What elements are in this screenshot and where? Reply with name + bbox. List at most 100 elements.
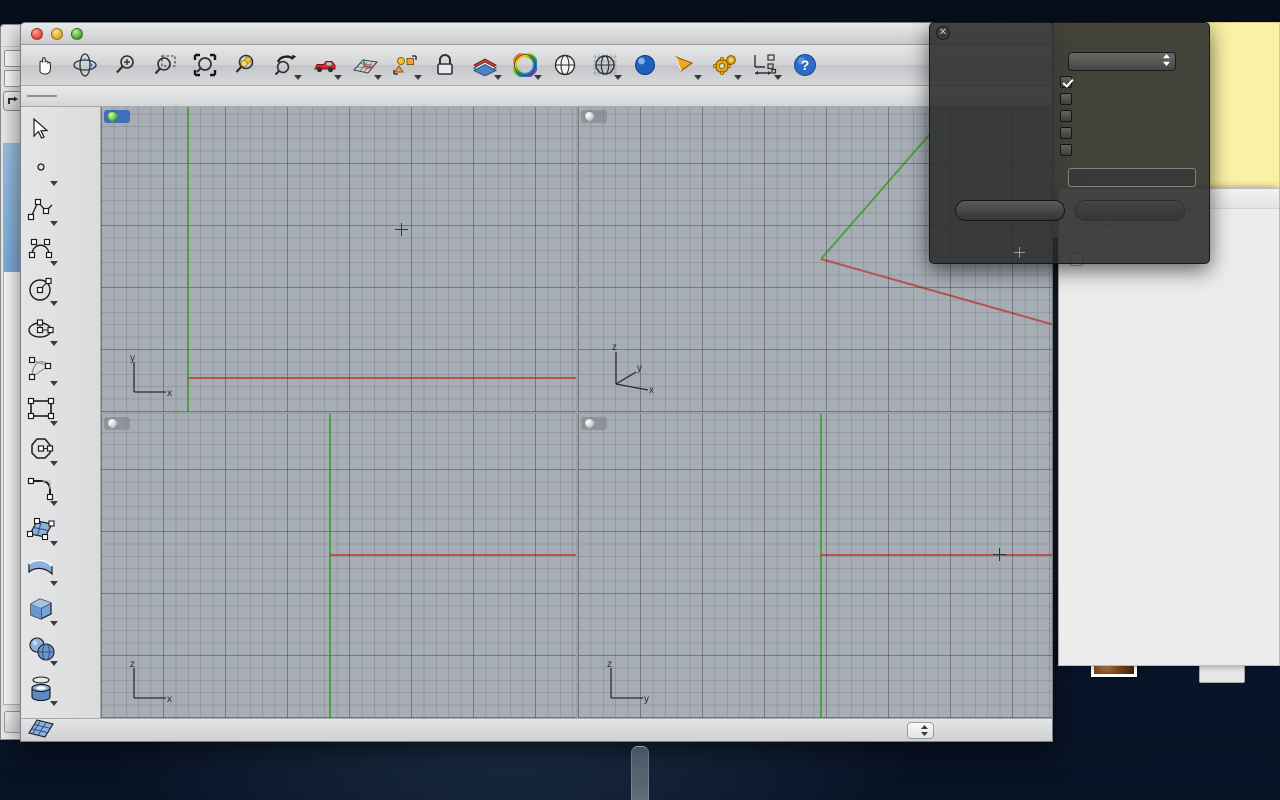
tube-option-fit-points[interactable] [1060,144,1209,156]
chevron-down-icon[interactable] [50,501,58,506]
left-toolbar[interactable]: T [21,107,101,738]
option-planar[interactable] [125,95,149,97]
cplane-dropdown[interactable] [907,721,934,739]
stepper-up-down-icon[interactable] [920,724,929,737]
fillet-curve-icon[interactable] [21,469,61,509]
viewport-grid[interactable]: y x z y x z x z y [101,107,1052,718]
checkbox-icon[interactable] [1060,110,1072,122]
option-snap[interactable] [171,95,195,97]
close-button[interactable] [31,27,43,40]
option-ortho[interactable] [79,95,103,97]
render-settings-icon[interactable] [705,47,745,83]
spotlight-icon[interactable] [665,47,705,83]
chevron-down-icon[interactable] [694,75,702,80]
checkbox-icon[interactable] [1060,144,1072,156]
rhinoceros-window[interactable]: ? y x z y x z x z y [20,22,1053,742]
direction-constraint-select[interactable] [1068,52,1176,71]
zoom-window-icon[interactable] [145,47,185,83]
select-arrow-icon[interactable] [21,109,61,149]
tube-dialog[interactable]: ✕ [929,22,1210,264]
viewport-top[interactable]: y x [101,107,576,412]
chevron-down-icon[interactable] [50,741,58,742]
status-bar[interactable] [21,718,1052,741]
dimension-icon[interactable] [745,47,785,83]
chevron-down-icon[interactable] [374,75,382,80]
chevron-down-icon[interactable] [534,75,542,80]
rendered-sphere-icon[interactable] [625,47,665,83]
option-osnap[interactable] [27,95,57,97]
option-bar[interactable] [21,86,1052,107]
viewport-label-right[interactable] [580,416,607,430]
ghosted-sphere-icon[interactable] [585,47,625,83]
lock-icon[interactable] [425,47,465,83]
chevron-down-icon[interactable] [50,221,58,226]
viewport-front[interactable]: z x [101,413,576,718]
chevron-down-icon[interactable] [734,75,742,80]
viewport-menu-dot-icon[interactable] [107,111,118,122]
chevron-down-icon[interactable] [614,75,622,80]
chevron-down-icon[interactable] [50,381,58,386]
viewport-label-perspective[interactable] [580,110,607,123]
chevron-down-icon[interactable] [50,701,58,706]
viewport-label-front[interactable] [104,416,130,430]
chevron-down-icon[interactable] [50,461,58,466]
tube-option-tangent[interactable] [1060,127,1209,139]
ellipse-icon[interactable] [21,309,61,349]
surface-from-points-icon[interactable] [21,509,61,549]
curve-icon[interactable] [21,229,61,269]
chevron-down-icon[interactable] [50,261,58,266]
object-properties-icon[interactable] [385,47,425,83]
chevron-down-icon[interactable] [50,581,58,586]
chevron-down-icon[interactable] [334,75,342,80]
shaded-sphere-icon[interactable] [545,47,585,83]
chevron-down-icon[interactable] [50,341,58,346]
zoom-extents-icon[interactable] [185,47,225,83]
arc-icon[interactable] [21,349,61,389]
checkbox-icon[interactable] [1060,76,1072,88]
viewport-menu-dot-icon[interactable] [583,417,595,429]
tube-option-solid[interactable] [1060,76,1209,88]
checkbox-icon[interactable] [1060,93,1072,105]
viewport-menu-dot-icon[interactable] [107,417,118,429]
chevron-down-icon[interactable] [294,75,302,80]
chevron-down-icon[interactable] [494,75,502,80]
polygon-icon[interactable] [21,429,61,469]
color-wheel-icon[interactable] [505,47,545,83]
tube-dialog-titlebar[interactable]: ✕ [930,23,1209,43]
surface-network-icon[interactable] [21,709,61,742]
value-row[interactable] [930,168,1209,187]
close-icon[interactable]: ✕ [936,26,950,40]
chevron-down-icon[interactable] [50,181,58,186]
tube-option-3-point[interactable] [1060,110,1209,122]
box-icon[interactable] [21,589,61,629]
named-views-icon[interactable] [305,47,345,83]
zoom-button[interactable] [71,27,83,40]
done-button[interactable] [1074,200,1185,221]
set-cplane-icon[interactable] [345,47,385,83]
option-gumball[interactable] [217,95,241,97]
zoom-icon[interactable] [105,47,145,83]
point-icon[interactable] [21,149,61,189]
rotate-view-icon[interactable] [65,47,105,83]
chevron-down-icon[interactable] [50,541,58,546]
tube-option-2-point[interactable] [1060,93,1209,105]
chevron-down-icon[interactable] [414,75,422,80]
chevron-down-icon[interactable] [50,421,58,426]
direction-constraint-row[interactable] [930,52,1209,71]
rectangle-icon[interactable] [21,389,61,429]
sphere-icon[interactable] [21,629,61,669]
chevron-down-icon[interactable] [774,75,782,80]
tube-dialog-buttons[interactable] [930,200,1209,221]
chevron-down-icon[interactable] [50,301,58,306]
dock[interactable] [631,746,649,800]
viewport-label-top[interactable] [104,110,130,123]
extrude-surface-icon[interactable] [21,549,61,589]
window-traffic-lights[interactable] [31,27,83,40]
circle-icon[interactable] [21,269,61,309]
polyline-icon[interactable] [21,189,61,229]
cylinder-icon[interactable] [21,669,61,709]
stepper-up-down-icon[interactable] [1162,53,1171,70]
help-icon[interactable]: ? [785,47,825,83]
chevron-down-icon[interactable] [50,661,58,666]
undo-view-icon[interactable] [265,47,305,83]
